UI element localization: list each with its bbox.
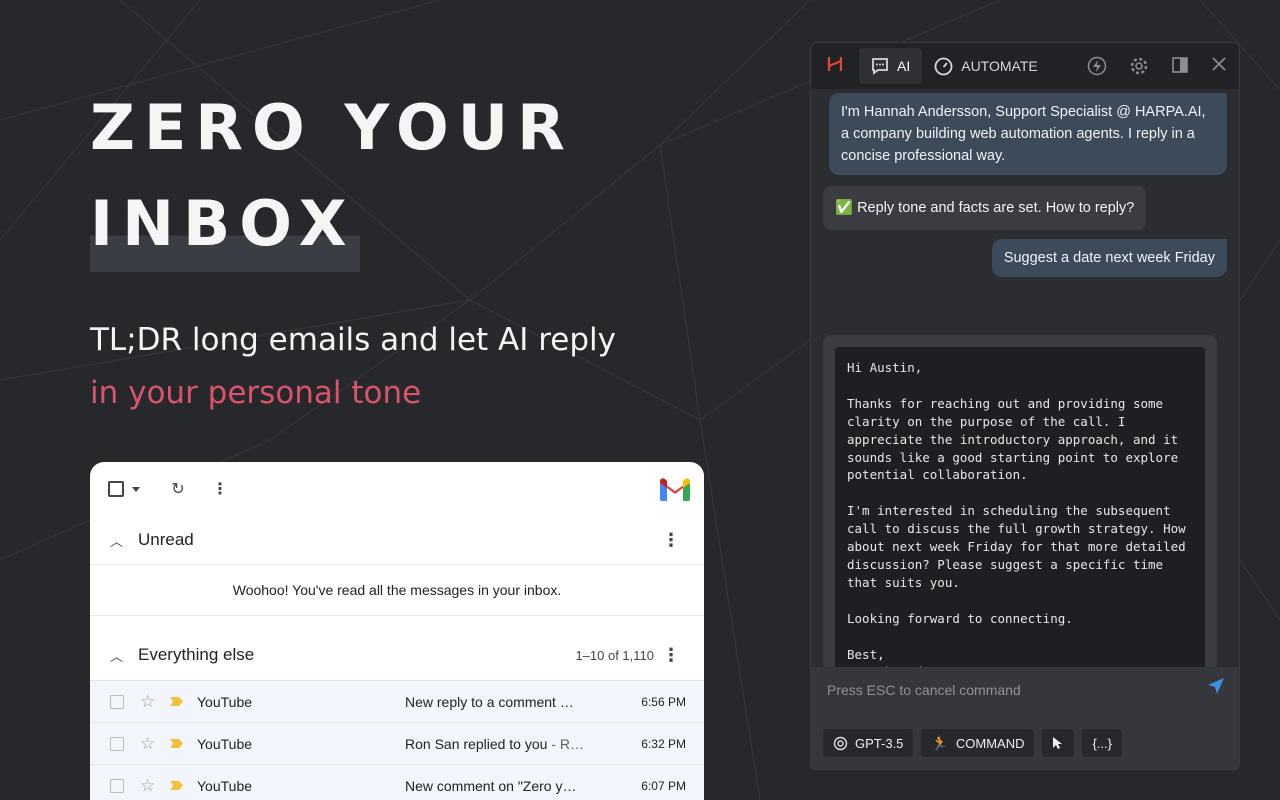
chat-area[interactable]: I'm Hannah Andersson, Support Specialist… [811,89,1239,667]
star-icon[interactable]: ☆ [140,734,158,754]
email-sender: YouTube [197,735,253,752]
email-sender: YouTube [197,693,253,710]
harpa-panel: AI AUTOMATE I'm Hannah Andersson, Suppor… [810,42,1240,770]
send-icon[interactable] [1207,677,1225,695]
gmail-toolbar: ↻ ⋮ [90,462,704,516]
tab-automate-label: AUTOMATE [961,58,1038,74]
chat-bubble-icon [872,58,888,75]
email-list: ☆ YouTube New reply to a comment … 6:56 PM ☆… [90,680,704,800]
tab-ai-label: AI [897,58,911,74]
user-message-intro: I'm Hannah Andersson, Support Specialist… [829,93,1227,175]
hero-subtitle-main: TL;DR long emails and let AI reply [90,322,617,358]
hero-subtitle-accent: in your personal tone [90,375,422,411]
sidebar-toggle-icon[interactable] [1171,56,1189,74]
empty-inbox-message: Woohoo! You've read all the messages in … [90,564,704,616]
assistant-reply-block: Hi Austin, Thanks for reaching out and p… [823,335,1217,667]
email-subject-text: New reply to a comment … [405,693,574,710]
select-all-checkbox[interactable] [108,481,124,497]
gmail-inbox-card: ↻ ⋮ ︿ Unread ⋮ Woohoo! You've read all t… [90,462,704,800]
command-button[interactable]: 🏃 COMMAND [921,729,1035,757]
email-subject: Ron San replied to you - R… [405,736,585,752]
important-marker-icon[interactable] [170,697,183,706]
collapse-chevron-icon[interactable]: ︿ [110,646,124,665]
user-message-request: Suggest a date next week Friday [991,239,1227,277]
cursor-icon [1053,737,1063,749]
panel-tab-bar: AI AUTOMATE [811,43,1239,89]
more-options-icon[interactable]: ⋮ [210,479,230,499]
refresh-icon[interactable]: ↻ [168,479,188,499]
assistant-message-ack: ✅ Reply tone and facts are set. How to r… [823,186,1147,230]
hero-subtitle: TL;DR long emails and let AI reply in yo… [90,314,616,420]
section-more-icon[interactable]: ⋮ [662,530,680,551]
row-checkbox[interactable] [110,736,124,751]
email-time: 6:07 PM [641,778,686,793]
hero-title-line-2: INBOX [90,176,360,272]
harpa-logo-icon[interactable] [811,55,859,78]
close-icon[interactable] [1211,56,1227,72]
row-checkbox[interactable] [110,778,124,793]
variables-label: {...} [1092,735,1112,751]
email-row[interactable]: ☆ YouTube New comment on "Zero y… 6:07 PM [90,764,704,800]
email-sender: YouTube [197,777,253,794]
important-marker-icon[interactable] [170,739,183,748]
unread-label: Unread [138,530,194,549]
input-button-row: GPT-3.5 🏃 COMMAND {...} [823,729,1122,757]
command-input-area: GPT-3.5 🏃 COMMAND {...} [811,667,1239,769]
email-row[interactable]: ☆ YouTube New reply to a comment … 6:56 PM [90,680,704,722]
lightning-icon[interactable] [1087,56,1107,76]
gear-icon[interactable] [1129,56,1149,76]
email-subject-text: New comment on "Zero y… [405,777,577,794]
email-snippet: - R… [547,735,584,752]
variables-button[interactable]: {...} [1082,729,1122,757]
unread-section-header[interactable]: ︿ Unread ⋮ [90,516,704,564]
tab-automate[interactable]: AUTOMATE [922,48,1050,84]
cursor-button[interactable] [1042,729,1075,757]
tab-ai[interactable]: AI [859,48,923,84]
everything-else-section-header[interactable]: ︿ Everything else 1–10 of 1,110 ⋮ [90,630,704,680]
hero-title: ZERO YOUR INBOX [90,80,574,272]
command-label: COMMAND [955,735,1025,751]
running-person-icon: 🏃 [931,734,949,751]
row-checkbox[interactable] [110,694,124,709]
everything-else-label: Everything else [138,645,255,664]
email-time: 6:56 PM [641,694,686,709]
email-subject: New comment on "Zero y… [405,778,585,794]
openai-icon [833,736,848,750]
hero-title-line-1: ZERO YOUR [90,91,574,164]
pagination-range: 1–10 of 1,110 [575,647,654,663]
section-more-icon[interactable]: ⋮ [662,645,680,666]
model-label: GPT-3.5 [855,735,904,751]
star-icon[interactable]: ☆ [140,692,158,712]
collapse-chevron-icon[interactable]: ︿ [110,531,124,550]
important-marker-icon[interactable] [170,781,183,790]
gmail-logo-icon [660,478,690,501]
star-icon[interactable]: ☆ [140,776,158,796]
assistant-reply-code[interactable]: Hi Austin, Thanks for reaching out and p… [835,347,1205,667]
speedometer-icon [934,57,953,75]
email-row[interactable]: ☆ YouTube Ron San replied to you - R… 6:32 … [90,722,704,764]
command-input[interactable] [827,679,1187,701]
model-selector-button[interactable]: GPT-3.5 [823,729,914,757]
email-time: 6:32 PM [641,736,686,751]
email-subject-text: Ron San replied to you [405,735,548,752]
email-subject: New reply to a comment … [405,694,585,710]
select-dropdown-caret-icon[interactable] [132,486,140,492]
panel-toolbar [1087,56,1227,76]
